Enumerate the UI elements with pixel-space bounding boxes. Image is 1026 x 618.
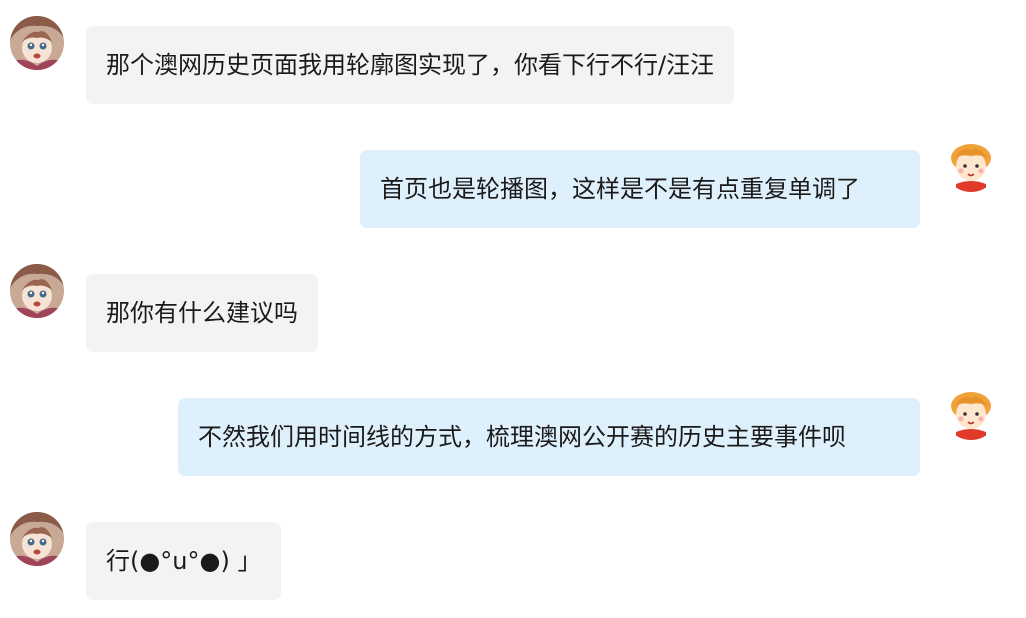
cartoon-child-avatar-icon[interactable] bbox=[944, 138, 998, 192]
cartoon-child-avatar-icon[interactable] bbox=[944, 386, 998, 440]
message-text: 不然我们用时间线的方式，梳理澳网公开赛的历史主要事件呗 bbox=[198, 423, 846, 451]
anime-girl-avatar-icon[interactable] bbox=[10, 512, 64, 566]
message-bubble[interactable]: 那个澳网历史页面我用轮廓图实现了，你看下行不行/汪汪 bbox=[86, 26, 735, 104]
anime-girl-avatar-icon[interactable] bbox=[10, 264, 64, 318]
chat-conversation: 那个澳网历史页面我用轮廓图实现了，你看下行不行/汪汪 首页也是轮播图，这样是不是… bbox=[0, 0, 1026, 618]
message-bubble[interactable]: 那你有什么建议吗 bbox=[86, 274, 318, 352]
message-text: 那你有什么建议吗 bbox=[106, 299, 298, 327]
message-bubble[interactable]: 首页也是轮播图，这样是不是有点重复单调了 bbox=[360, 150, 920, 228]
message-text: 那个澳网历史页面我用轮廓图实现了，你看下行不行/汪汪 bbox=[106, 51, 715, 79]
message-bubble[interactable]: 行(●°u°●) 」 bbox=[86, 522, 282, 600]
anime-girl-avatar-icon[interactable] bbox=[10, 16, 64, 70]
message-text: 首页也是轮播图，这样是不是有点重复单调了 bbox=[380, 175, 860, 203]
message-bubble[interactable]: 不然我们用时间线的方式，梳理澳网公开赛的历史主要事件呗 bbox=[178, 398, 920, 476]
message-text: 行(●°u°●) 」 bbox=[106, 547, 262, 575]
